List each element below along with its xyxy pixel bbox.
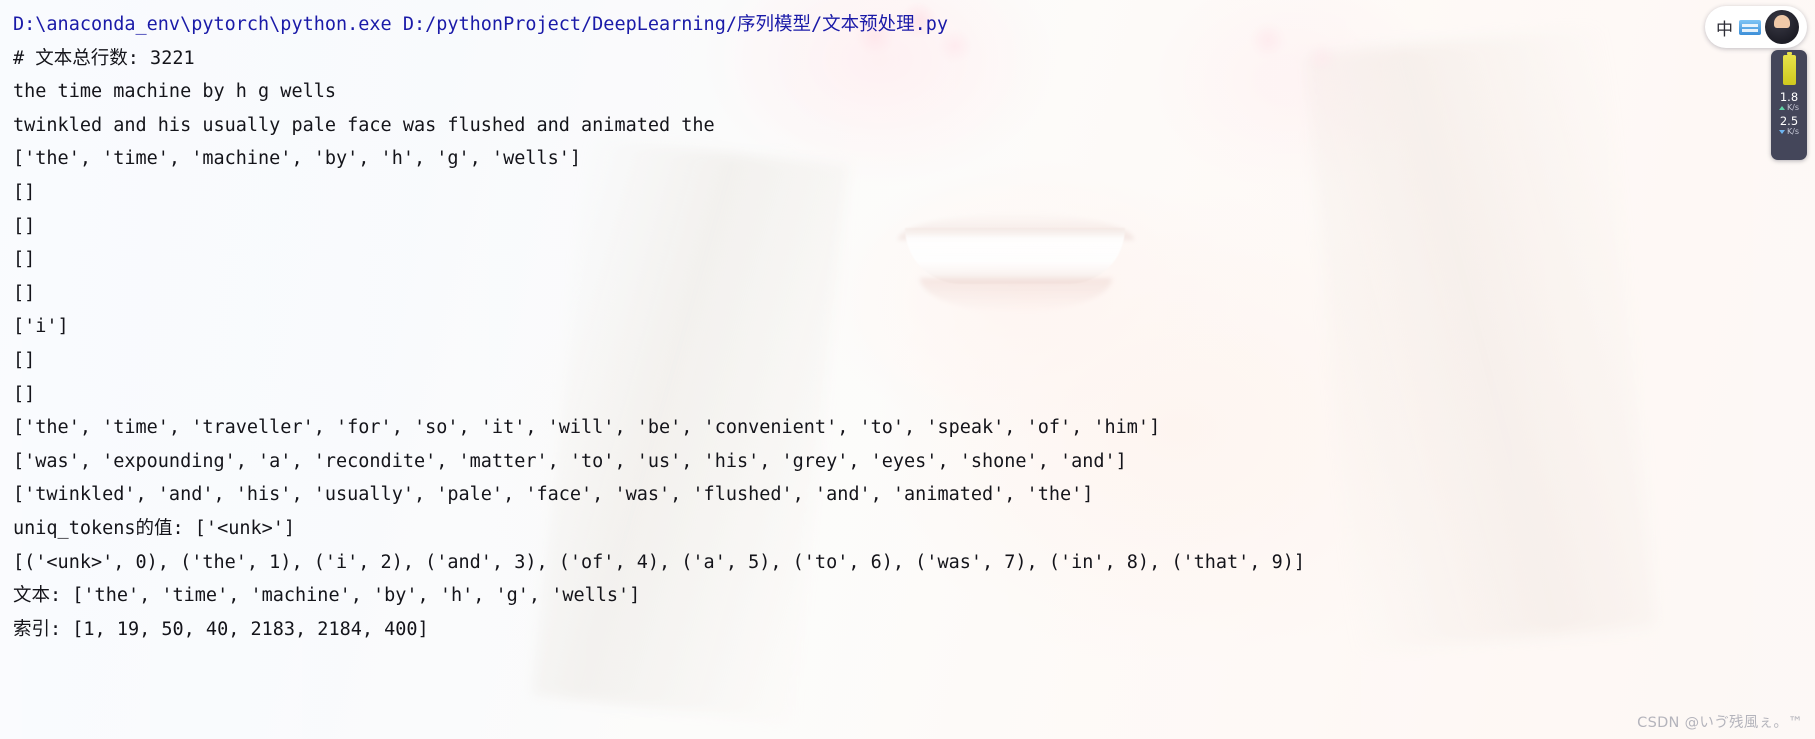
console-line-tokens-3: []: [13, 249, 36, 271]
user-avatar-icon[interactable]: [1765, 10, 1799, 44]
console-line-tokens-8: ['the', 'time', 'traveller', 'for', 'so'…: [13, 417, 1161, 439]
console-line-tokens-5: ['i']: [13, 316, 69, 338]
console-line-command-path: D:\anaconda_env\pytorch\python.exe D:/py…: [13, 14, 949, 35]
console-line-text-label: 文本: ['the', 'time', 'machine', 'by', 'h'…: [13, 585, 641, 607]
keyboard-icon[interactable]: [1739, 19, 1761, 35]
console-line-index-label: 索引: [1, 19, 50, 40, 2183, 2184, 400]: [13, 618, 429, 640]
upload-speed-row: 1.8 K/s: [1778, 90, 1800, 112]
console-line-uniq-tokens: uniq_tokens的值: ['<unk>']: [13, 517, 296, 539]
download-arrow-icon: [1778, 129, 1785, 134]
battery-icon: [1782, 52, 1796, 85]
ime-mode-label[interactable]: 中: [1716, 15, 1733, 40]
console-line-vocab-pairs: [('<unk>', 0), ('the', 1), ('i', 2), ('a…: [13, 551, 1306, 573]
console-line-total-lines: # 文本总行数: 3221: [13, 47, 195, 69]
console-line-tokens-7: []: [13, 383, 36, 405]
upload-speed-unit-row: K/s: [1778, 103, 1800, 112]
download-speed-row: 2.5 K/s: [1778, 114, 1800, 136]
ime-language-widget[interactable]: 中: [1705, 6, 1807, 48]
download-speed-value: 2.5: [1779, 114, 1799, 128]
console-line-sample-text: twinkled and his usually pale face was f…: [13, 114, 715, 136]
console-text-area[interactable]: D:\anaconda_env\pytorch\python.exe D:/py…: [0, 0, 1815, 646]
upload-speed-unit: K/s: [1786, 103, 1800, 112]
download-speed-unit: K/s: [1786, 127, 1800, 136]
network-speed-widget[interactable]: 1.8 K/s 2.5 K/s: [1771, 50, 1807, 160]
upload-arrow-icon: [1778, 105, 1785, 110]
console-line-tokens-2: []: [13, 215, 36, 237]
download-speed-unit-row: K/s: [1778, 127, 1800, 136]
console-line-title-text: the time machine by h g wells: [13, 81, 337, 103]
upload-speed-value: 1.8: [1779, 90, 1799, 104]
csdn-watermark: CSDN @いゔ残風ぇ。™: [1637, 715, 1803, 731]
console-line-tokens-0: ['the', 'time', 'machine', 'by', 'h', 'g…: [13, 148, 582, 170]
console-output-window: D:\anaconda_env\pytorch\python.exe D:/py…: [0, 0, 1815, 739]
console-line-tokens-10: ['twinkled', 'and', 'his', 'usually', 'p…: [13, 484, 1094, 506]
console-line-tokens-6: []: [13, 349, 36, 371]
console-line-tokens-1: []: [13, 181, 36, 203]
console-line-tokens-4: []: [13, 282, 36, 304]
console-line-tokens-9: ['was', 'expounding', 'a', 'recondite', …: [13, 450, 1127, 472]
